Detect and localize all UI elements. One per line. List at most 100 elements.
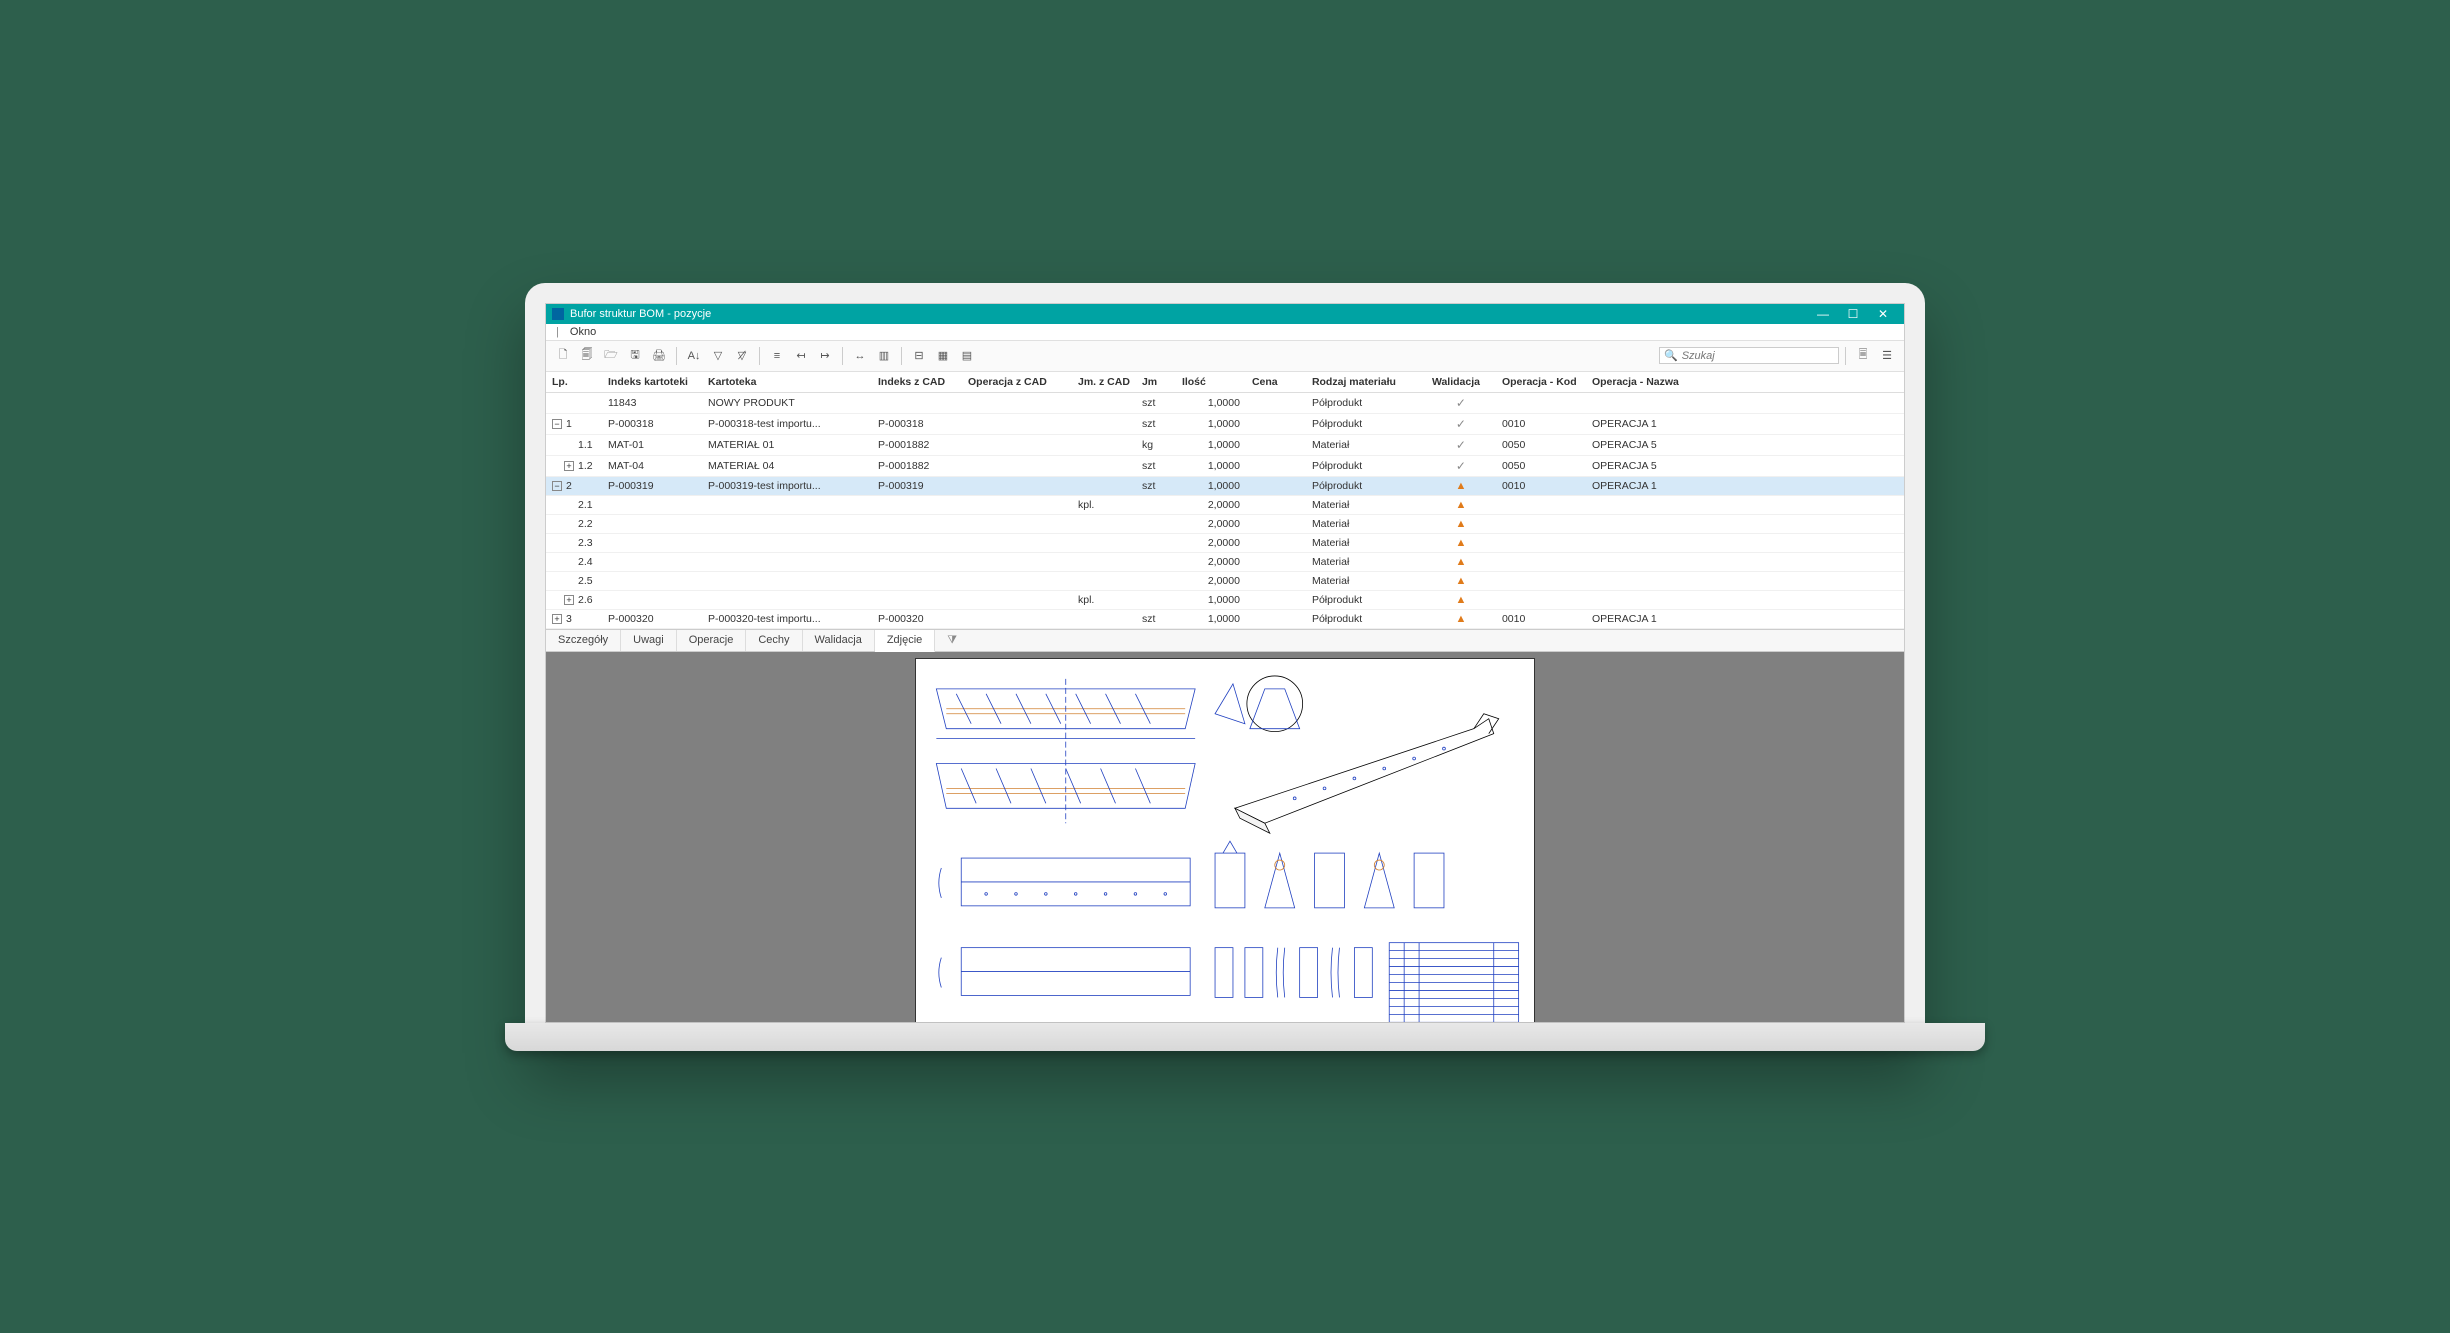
tab-zdjecie[interactable]: Zdjęcie: [875, 630, 935, 652]
search-icon: 🔍: [1664, 349, 1678, 362]
cell-kartoteka: [702, 552, 872, 571]
cell-ilosc: 1,0000: [1176, 413, 1246, 434]
table-row[interactable]: 11843NOWY PRODUKTszt1,0000Półprodukt✓: [546, 392, 1904, 413]
tab-filter-icon[interactable]: ⧩: [935, 630, 969, 651]
cell-cena: [1246, 413, 1306, 434]
arrow-right-icon[interactable]: ↦: [814, 345, 836, 367]
cell-lp: 2.6: [578, 594, 593, 606]
expander-icon[interactable]: +: [552, 614, 562, 624]
cell-jm: szt: [1136, 455, 1176, 476]
filter-clear-icon[interactable]: ▽̸: [731, 345, 753, 367]
minimize-button[interactable]: —: [1808, 307, 1838, 321]
col-operacja-nazwa[interactable]: Operacja - Nazwa: [1586, 372, 1904, 393]
open-icon[interactable]: 🗁: [600, 345, 622, 367]
col-operacja-z-cad[interactable]: Operacja z CAD: [962, 372, 1072, 393]
search-input[interactable]: [1682, 350, 1834, 362]
page-icon[interactable]: 🗏: [1852, 345, 1874, 367]
cell-rodzaj: Półprodukt: [1306, 392, 1426, 413]
cell-rodzaj: Półprodukt: [1306, 476, 1426, 495]
col-jm-z-cad[interactable]: Jm. z CAD: [1072, 372, 1136, 393]
col-indeks-z-cad[interactable]: Indeks z CAD: [872, 372, 962, 393]
cell-cena: [1246, 455, 1306, 476]
cell-jm-cad: [1072, 571, 1136, 590]
save-icon[interactable]: 🖫: [624, 345, 646, 367]
arrow-left-icon[interactable]: ↤: [790, 345, 812, 367]
cell-rodzaj: Półprodukt: [1306, 455, 1426, 476]
technical-drawing: [915, 658, 1535, 1022]
table-row[interactable]: 2.52,0000Materiał▲: [546, 571, 1904, 590]
col-cena[interactable]: Cena: [1246, 372, 1306, 393]
table-row[interactable]: +2.6kpl.1,0000Półprodukt▲: [546, 590, 1904, 609]
table-row[interactable]: −2P-000319P-000319-test importu...P-0003…: [546, 476, 1904, 495]
col-operacja-kod[interactable]: Operacja - Kod: [1496, 372, 1586, 393]
bom-grid[interactable]: Lp. Indeks kartoteki Kartoteka Indeks z …: [546, 372, 1904, 629]
search-box[interactable]: 🔍: [1659, 347, 1839, 364]
cell-operacja-cad: [962, 434, 1072, 455]
col-rodzaj[interactable]: Rodzaj materiału: [1306, 372, 1426, 393]
cell-indeks: [602, 571, 702, 590]
col-indeks-kartoteki[interactable]: Indeks kartoteki: [602, 372, 702, 393]
cell-indeks: [602, 533, 702, 552]
cell-op-nazwa: [1586, 590, 1904, 609]
cell-kartoteka: [702, 590, 872, 609]
menu-icon[interactable]: ☰: [1876, 345, 1898, 367]
expander-icon[interactable]: −: [552, 419, 562, 429]
expander-icon[interactable]: +: [564, 595, 574, 605]
sort-icon[interactable]: A↓: [683, 345, 705, 367]
col-walidacja[interactable]: Walidacja: [1426, 372, 1496, 393]
maximize-button[interactable]: ☐: [1838, 307, 1868, 321]
warning-icon: ▲: [1455, 499, 1466, 511]
new-doc-icon[interactable]: 🗋: [552, 345, 574, 367]
cell-cena: [1246, 392, 1306, 413]
copy-icon[interactable]: 🗐: [576, 345, 598, 367]
window-titlebar: Bufor struktur BOM - pozycje — ☐ ✕: [546, 304, 1904, 324]
col-jm[interactable]: Jm: [1136, 372, 1176, 393]
cell-indeks-cad: P-000318: [872, 413, 962, 434]
filter-icon[interactable]: ▽: [707, 345, 729, 367]
tree-icon[interactable]: ⊟: [908, 345, 930, 367]
tab-cechy[interactable]: Cechy: [746, 630, 802, 651]
cell-op-nazwa: OPERACJA 5: [1586, 434, 1904, 455]
tab-walidacja[interactable]: Walidacja: [803, 630, 875, 651]
cell-jm: [1136, 514, 1176, 533]
cell-indeks-cad: P-000319: [872, 476, 962, 495]
print-icon[interactable]: 🖨: [648, 345, 670, 367]
menu-okno[interactable]: Okno: [566, 324, 600, 340]
table-row[interactable]: +3P-000320P-000320-test importu...P-0003…: [546, 609, 1904, 628]
cell-rodzaj: Materiał: [1306, 533, 1426, 552]
window-title: Bufor struktur BOM - pozycje: [570, 308, 711, 320]
table-row[interactable]: 1.1MAT-01MATERIAŁ 01P-0001882kg1,0000Mat…: [546, 434, 1904, 455]
expander-icon[interactable]: +: [564, 461, 574, 471]
cell-op-kod: 0010: [1496, 413, 1586, 434]
table-row[interactable]: 2.22,0000Materiał▲: [546, 514, 1904, 533]
cell-indeks-cad: P-000320: [872, 609, 962, 628]
tab-operacje[interactable]: Operacje: [677, 630, 747, 651]
table-row[interactable]: 2.1kpl.2,0000Materiał▲: [546, 495, 1904, 514]
list-icon[interactable]: ≡: [766, 345, 788, 367]
cell-cena: [1246, 590, 1306, 609]
cell-lp: 2.2: [578, 518, 593, 530]
cell-operacja-cad: [962, 571, 1072, 590]
cell-jm: [1136, 552, 1176, 571]
table-row[interactable]: +1.2MAT-04MATERIAŁ 04P-0001882szt1,0000P…: [546, 455, 1904, 476]
cell-indeks-cad: [872, 590, 962, 609]
close-button[interactable]: ✕: [1868, 307, 1898, 321]
expander-icon[interactable]: −: [552, 481, 562, 491]
col-lp[interactable]: Lp.: [546, 372, 602, 393]
warning-icon: ▲: [1455, 518, 1466, 530]
col-kartoteka[interactable]: Kartoteka: [702, 372, 872, 393]
cell-lp: 2: [566, 480, 572, 492]
col-ilosc[interactable]: Ilość: [1176, 372, 1246, 393]
grid-icon[interactable]: ▦: [932, 345, 954, 367]
cell-op-nazwa: [1586, 495, 1904, 514]
table-row[interactable]: −1P-000318P-000318-test importu...P-0003…: [546, 413, 1904, 434]
columns-icon[interactable]: ▥: [873, 345, 895, 367]
table-row[interactable]: 2.32,0000Materiał▲: [546, 533, 1904, 552]
cell-rodzaj: Materiał: [1306, 552, 1426, 571]
width-icon[interactable]: ↔: [849, 345, 871, 367]
layout-icon[interactable]: ▤: [956, 345, 978, 367]
tab-uwagi[interactable]: Uwagi: [621, 630, 677, 651]
tab-szczegoly[interactable]: Szczegóły: [546, 630, 621, 651]
table-row[interactable]: 2.42,0000Materiał▲: [546, 552, 1904, 571]
cell-operacja-cad: [962, 590, 1072, 609]
